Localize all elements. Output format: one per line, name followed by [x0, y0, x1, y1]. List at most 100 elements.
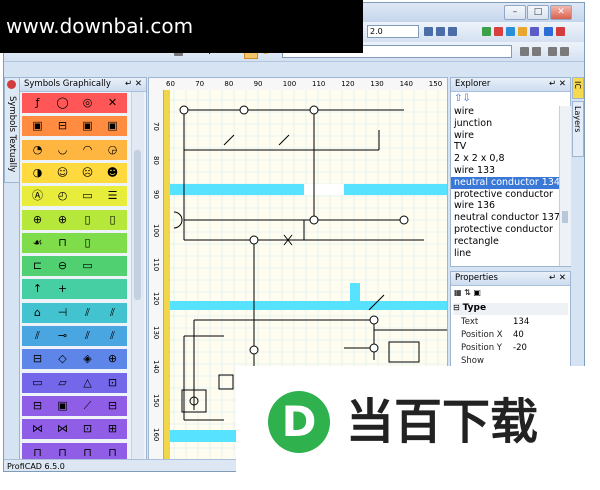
symbol-icon[interactable]: ⊸ — [53, 328, 72, 344]
layer-icon[interactable] — [530, 27, 539, 36]
symbol-icon[interactable]: ⊟ — [53, 118, 72, 134]
symbol-icon[interactable]: ▯ — [103, 212, 122, 228]
explorer-item[interactable]: neutral conductor 134 — [451, 176, 559, 189]
symbol-icon[interactable]: ☙ — [28, 235, 47, 251]
windows-close-icon[interactable] — [556, 27, 565, 36]
symbol-icon[interactable]: ▣ — [28, 118, 47, 134]
close-button[interactable]: ✕ — [550, 5, 572, 20]
symbol-icon[interactable]: ☺ — [53, 165, 72, 181]
windows-icon[interactable] — [544, 27, 553, 36]
symbol-icon[interactable]: ↑ — [28, 281, 47, 297]
symbol-icon[interactable]: ⫽ — [103, 328, 122, 344]
property-row[interactable]: Position Y -20 — [453, 343, 563, 354]
property-row[interactable]: Position X 40 — [453, 330, 563, 341]
explorer-item[interactable]: protective conductor — [451, 189, 559, 201]
symbol-icon[interactable]: ⫽ — [28, 328, 47, 344]
explorer-item[interactable]: rectangle — [451, 236, 559, 248]
minimize-button[interactable]: – — [504, 5, 526, 20]
symbol-icon[interactable]: ⊕ — [53, 212, 72, 228]
symbol-icon[interactable]: ⊣ — [53, 305, 72, 321]
symbol-icon[interactable]: ⊟ — [103, 398, 122, 414]
panel-pin-close-icon[interactable]: ↵ ✕ — [549, 272, 566, 285]
symbol-icon[interactable]: ◠ — [78, 142, 97, 158]
symbol-icon[interactable]: ⋈ — [53, 421, 72, 437]
distribute-icon[interactable] — [436, 27, 445, 36]
maximize-button[interactable]: □ — [527, 5, 549, 20]
symbol-icon[interactable]: ⫽ — [103, 305, 122, 321]
explorer-item[interactable]: 2 x 2 x 0,8 — [451, 153, 559, 165]
explorer-item[interactable]: wire — [451, 130, 559, 142]
ortho-icon[interactable] — [548, 47, 557, 56]
symbol-icon[interactable]: ◴ — [53, 188, 72, 204]
symbol-icon[interactable]: ▯ — [78, 235, 97, 251]
symbol-icon[interactable]: ⊟ — [28, 398, 47, 414]
symbol-icon[interactable]: ☹ — [78, 165, 97, 181]
property-value[interactable]: -20 — [513, 343, 527, 354]
explorer-item[interactable]: TV — [451, 141, 559, 153]
symbol-icon[interactable]: ◡ — [53, 142, 72, 158]
property-row[interactable]: Text 134 — [453, 317, 563, 328]
symbol-icon[interactable]: ⊏ — [28, 258, 47, 274]
symbol-icon[interactable]: ◯ — [53, 95, 72, 111]
panel-pin-close-icon[interactable]: ↵ ✕ — [549, 78, 566, 91]
alphabetical-icon[interactable]: ⇅ — [464, 288, 471, 297]
explorer-item[interactable]: protective conductor — [451, 224, 559, 236]
symbol-icon[interactable]: ☻ — [103, 165, 122, 181]
explorer-item[interactable]: line — [451, 248, 559, 260]
categorized-icon[interactable]: ▦ — [454, 288, 462, 297]
symbol-icon[interactable]: ◇ — [53, 351, 72, 367]
symbol-icon[interactable]: ⫽ — [78, 328, 97, 344]
symbol-icon[interactable]: ◎ — [78, 95, 97, 111]
zoom-select[interactable]: 2.0 — [367, 25, 419, 38]
symbol-icon[interactable]: ✕ — [103, 95, 122, 111]
symbol-icon[interactable]: ▣ — [53, 398, 72, 414]
symbol-icon[interactable]: ▯ — [78, 212, 97, 228]
collapse-icon[interactable]: ⊟ — [453, 303, 460, 312]
symbol-icon[interactable]: + — [53, 281, 72, 297]
symbol-icon[interactable]: ▣ — [78, 118, 97, 134]
symbol-icon[interactable]: ⊞ — [103, 421, 122, 437]
symbol-icon[interactable]: ⊡ — [78, 421, 97, 437]
symbol-icon[interactable]: ⊓ — [53, 235, 72, 251]
symbol-icon[interactable]: ▭ — [78, 188, 97, 204]
delete-icon[interactable] — [494, 27, 503, 36]
property-value[interactable]: 40 — [513, 330, 524, 341]
symbol-icon[interactable]: ◈ — [78, 351, 97, 367]
symbol-icon[interactable]: ⌂ — [28, 305, 47, 321]
grid-icon[interactable] — [520, 47, 529, 56]
symbol-icon[interactable]: ☰ — [103, 188, 122, 204]
symbols-textually-tab[interactable]: Symbols Textually — [4, 77, 20, 183]
property-value[interactable]: 134 — [513, 317, 529, 328]
order-icon[interactable] — [448, 27, 457, 36]
symbol-icon[interactable]: ◔ — [28, 142, 47, 158]
explorer-scrollbar-thumb[interactable] — [562, 211, 568, 223]
symbol-icon[interactable]: ◑ — [28, 165, 47, 181]
layers-tab[interactable]: Layers — [572, 101, 584, 157]
symbols-scrollbar[interactable] — [131, 92, 144, 464]
globe-icon[interactable] — [506, 27, 515, 36]
settings-icon[interactable] — [560, 47, 569, 56]
symbol-icon[interactable]: ▭ — [78, 258, 97, 274]
panel-pin-close-icon[interactable]: ↵ ✕ — [125, 78, 142, 91]
symbol-icon[interactable]: Ⓐ — [28, 188, 47, 204]
symbol-icon[interactable]: ⋈ — [28, 421, 47, 437]
explorer-item[interactable]: wire 133 — [451, 165, 559, 177]
symbol-icon[interactable]: ⟋ — [78, 398, 97, 414]
explorer-item[interactable]: wire 136 — [451, 200, 559, 212]
lock-icon[interactable] — [518, 27, 527, 36]
symbol-icon[interactable]: ⊕ — [103, 351, 122, 367]
symbol-icon[interactable]: ▱ — [53, 375, 72, 391]
explorer-item[interactable]: wire — [451, 106, 559, 118]
property-pages-icon[interactable]: ▣ — [473, 288, 481, 297]
symbol-icon[interactable]: ⫽ — [78, 305, 97, 321]
symbol-icon[interactable]: ⊕ — [28, 212, 47, 228]
symbol-icon[interactable]: ⊡ — [103, 375, 122, 391]
align-icon[interactable] — [424, 27, 433, 36]
explorer-item[interactable]: junction — [451, 118, 559, 130]
symbols-scrollbar-thumb[interactable] — [134, 150, 141, 300]
symbol-icon[interactable]: ⊟ — [28, 351, 47, 367]
explorer-scrollbar[interactable] — [559, 106, 571, 266]
explorer-item[interactable]: neutral conductor 137 — [451, 212, 559, 224]
symbol-icon[interactable]: ▣ — [103, 118, 122, 134]
symbol-icon[interactable]: ◶ — [103, 142, 122, 158]
